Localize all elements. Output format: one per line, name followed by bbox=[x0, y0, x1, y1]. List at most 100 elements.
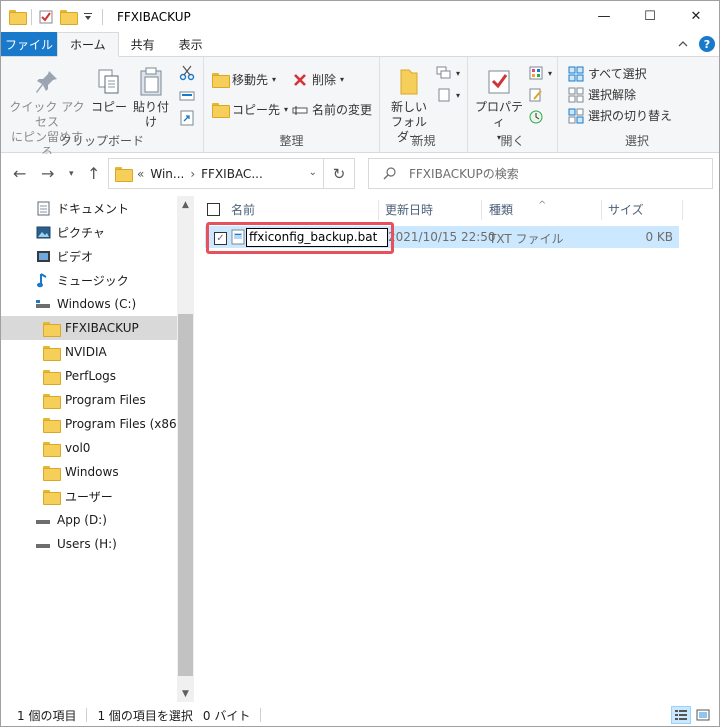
history-button[interactable] bbox=[528, 109, 544, 125]
refresh-button[interactable]: ↻ bbox=[324, 158, 355, 189]
address-segment-windows[interactable]: Win... bbox=[150, 167, 184, 181]
nav-item-pictures[interactable]: ピクチャ bbox=[1, 220, 177, 244]
tab-file[interactable]: ファイル bbox=[1, 32, 57, 56]
nav-item-documents[interactable]: ドキュメント bbox=[1, 196, 177, 220]
nav-label: Program Files bbox=[65, 393, 146, 407]
open-button[interactable]: ▾ bbox=[528, 65, 552, 81]
window-title: FFXIBACKUP bbox=[117, 9, 191, 24]
nav-label: ビデオ bbox=[57, 249, 94, 264]
details-view-icon[interactable] bbox=[671, 706, 691, 724]
paste-shortcut-button[interactable] bbox=[179, 110, 195, 126]
address-chevron-icon[interactable]: › bbox=[190, 167, 195, 181]
select-all-button[interactable]: すべて選択 bbox=[568, 65, 647, 82]
column-header-modified[interactable]: 更新日時 bbox=[385, 196, 433, 222]
new-group: 新しい フォルダー ▾ ▾ 新規 bbox=[380, 57, 468, 153]
new-item-dropdown-icon: ▾ bbox=[456, 68, 461, 78]
move-to-button[interactable]: 移動先 ▾ bbox=[212, 71, 276, 88]
tab-share[interactable]: 共有 bbox=[119, 32, 167, 56]
pin-label-line1: クイック アクセス bbox=[9, 100, 85, 129]
column-divider[interactable] bbox=[481, 200, 482, 220]
help-icon[interactable]: ? bbox=[699, 36, 715, 52]
nav-label: Windows bbox=[65, 465, 119, 479]
column-divider[interactable] bbox=[378, 200, 379, 220]
address-overflow-icon[interactable]: « bbox=[137, 167, 144, 181]
maximize-button[interactable]: ☐ bbox=[627, 1, 673, 32]
customize-toolbar-icon[interactable] bbox=[80, 9, 96, 25]
nav-item-users-h[interactable]: Users (H:) bbox=[1, 532, 177, 556]
nav-label: ユーザー bbox=[65, 489, 113, 504]
tab-view[interactable]: 表示 bbox=[167, 32, 215, 56]
cut-button[interactable] bbox=[179, 65, 195, 81]
nav-item-users-folder[interactable]: ユーザー bbox=[1, 484, 177, 508]
forward-arrow-icon[interactable]: → bbox=[41, 164, 54, 183]
select-all-checkbox[interactable] bbox=[207, 196, 220, 222]
address-dropdown-icon[interactable]: ⌄ bbox=[309, 167, 317, 178]
checkbox-icon bbox=[207, 202, 220, 216]
nav-item-nvidia[interactable]: NVIDIA bbox=[1, 340, 177, 364]
file-size: 0 KB bbox=[645, 230, 673, 244]
nav-item-windows[interactable]: Windows bbox=[1, 460, 177, 484]
search-box[interactable]: FFXIBACKUPの検索 bbox=[368, 158, 713, 189]
copy-to-dropdown-icon: ▾ bbox=[284, 105, 289, 114]
invert-selection-button[interactable]: 選択の切り替え bbox=[568, 107, 672, 124]
column-header-type[interactable]: 種類 bbox=[489, 196, 513, 222]
nav-item-ffxibackup[interactable]: FFXIBACKUP bbox=[1, 316, 177, 340]
nav-item-windows-c[interactable]: Windows (C:) bbox=[1, 292, 177, 316]
nav-label: ピクチャ bbox=[57, 225, 105, 240]
column-header-size[interactable]: サイズ bbox=[608, 196, 644, 222]
move-folder-icon bbox=[212, 73, 230, 88]
nav-item-videos[interactable]: ビデオ bbox=[1, 244, 177, 268]
collapse-ribbon-icon[interactable] bbox=[675, 36, 691, 52]
nav-label: App (D:) bbox=[57, 513, 107, 527]
scroll-down-icon[interactable]: ▼ bbox=[177, 685, 194, 702]
address-segment-ffxibackup[interactable]: FFXIBAC... bbox=[201, 167, 263, 181]
scroll-up-icon[interactable]: ▲ bbox=[177, 196, 194, 213]
copy-button[interactable]: コピー bbox=[91, 67, 127, 115]
open-icon bbox=[528, 65, 544, 81]
delete-button[interactable]: 削除 ▾ bbox=[292, 71, 344, 88]
new-folder-icon[interactable] bbox=[60, 10, 78, 25]
scrollbar-thumb[interactable] bbox=[178, 314, 193, 676]
column-divider[interactable] bbox=[682, 200, 683, 220]
rename-button[interactable]: 名前の変更 bbox=[292, 101, 372, 118]
select-all-label: すべて選択 bbox=[588, 67, 647, 81]
address-bar[interactable]: « Win... › FFXIBAC... ⌄ bbox=[108, 158, 324, 189]
close-button[interactable]: ✕ bbox=[673, 1, 719, 32]
nav-item-program-files-x86[interactable]: Program Files (x86) bbox=[1, 412, 177, 436]
edit-button[interactable] bbox=[528, 87, 544, 103]
folder-icon bbox=[9, 10, 27, 25]
recent-locations-icon[interactable]: ▾ bbox=[69, 169, 74, 179]
column-divider[interactable] bbox=[601, 200, 602, 220]
nav-item-program-files[interactable]: Program Files bbox=[1, 388, 177, 412]
drive-icon bbox=[35, 512, 51, 528]
copy-to-button[interactable]: コピー先 ▾ bbox=[212, 101, 288, 118]
navigation-scrollbar[interactable]: ▲ ▼ bbox=[177, 196, 194, 702]
status-selected-size: 0 バイト bbox=[202, 708, 251, 723]
tab-home[interactable]: ホーム bbox=[57, 32, 119, 57]
nav-label: Users (H:) bbox=[57, 537, 117, 551]
minimize-button[interactable]: — bbox=[581, 1, 627, 32]
easy-access-button[interactable]: ▾ bbox=[436, 87, 460, 103]
large-icons-view-icon[interactable] bbox=[693, 706, 713, 724]
clipboard-group-label: クリップボード bbox=[59, 134, 144, 148]
nav-item-music[interactable]: ミュージック bbox=[1, 268, 177, 292]
column-header-name[interactable]: 名前 bbox=[231, 196, 255, 222]
paste-button[interactable]: 貼り付け bbox=[129, 67, 173, 130]
folder-icon bbox=[43, 320, 61, 337]
nav-label: Windows (C:) bbox=[57, 297, 137, 311]
nav-item-app-d[interactable]: App (D:) bbox=[1, 508, 177, 532]
properties-check-icon[interactable] bbox=[38, 9, 54, 25]
toolbar-divider bbox=[31, 8, 32, 25]
new-item-button[interactable]: ▾ bbox=[436, 65, 460, 81]
back-arrow-icon[interactable]: ← bbox=[13, 164, 26, 183]
history-icon bbox=[528, 109, 544, 125]
file-type: TXT ファイル bbox=[489, 232, 564, 246]
organize-group: 移動先 ▾ コピー先 ▾ 削除 ▾ 名前の変更 整理 bbox=[204, 57, 380, 153]
select-all-icon bbox=[568, 66, 584, 82]
copy-path-button[interactable] bbox=[179, 88, 195, 104]
nav-item-vol0[interactable]: vol0 bbox=[1, 436, 177, 460]
nav-item-perflogs[interactable]: PerfLogs bbox=[1, 364, 177, 388]
folder-icon bbox=[43, 392, 61, 409]
up-arrow-icon[interactable]: ↑ bbox=[87, 164, 100, 183]
select-none-button[interactable]: 選択解除 bbox=[568, 86, 636, 103]
